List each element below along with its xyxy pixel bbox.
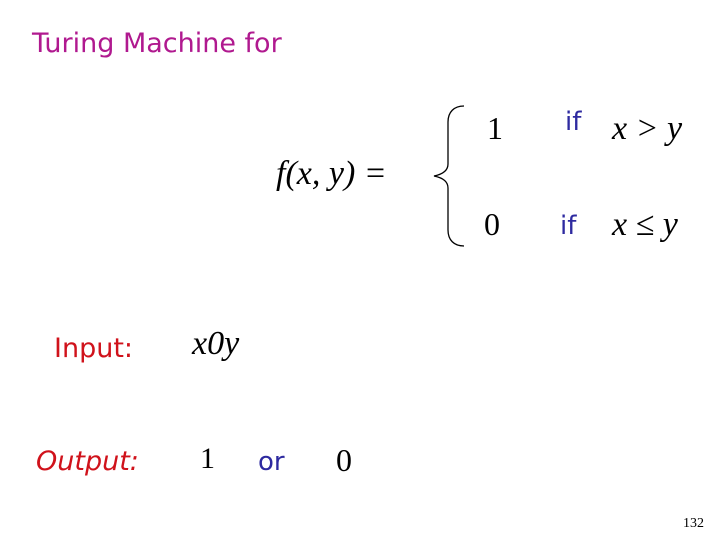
output-connector: or [258, 447, 285, 477]
left-brace-icon [433, 105, 465, 247]
output-value-1: 1 [200, 442, 215, 475]
case-1-condition: x > y [612, 110, 683, 147]
function-lhs: f(x, y) = [276, 155, 387, 192]
slide: Turing Machine for f(x, y) = 1 if x > y … [0, 0, 720, 540]
input-label: Input: [54, 333, 134, 364]
case-2-keyword: if [560, 211, 577, 241]
case-2-condition: x ≤ y [612, 206, 678, 243]
case-2-value: 0 [484, 206, 500, 242]
case-1-value: 1 [487, 110, 503, 146]
page-number: 132 [683, 516, 704, 531]
output-label: Output: [36, 446, 139, 477]
input-value: x0y [192, 325, 240, 362]
case-1-keyword: if [565, 107, 582, 137]
output-value-0: 0 [336, 442, 352, 478]
slide-title: Turing Machine for [32, 28, 282, 59]
